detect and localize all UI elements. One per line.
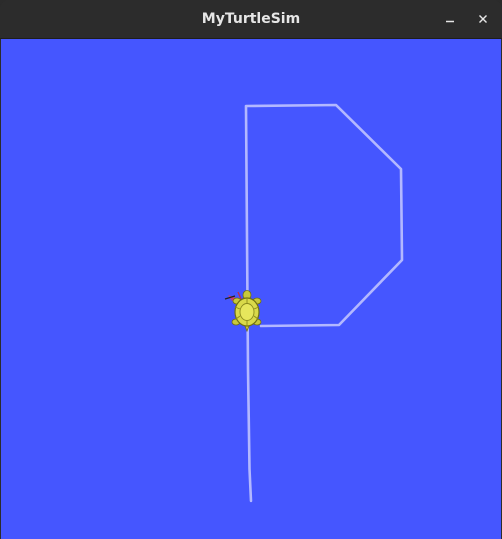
close-button[interactable] <box>471 7 495 31</box>
app-window: MyTurtleSim <box>0 0 502 539</box>
minimize-icon <box>446 20 454 23</box>
title-bar[interactable]: MyTurtleSim <box>0 0 502 39</box>
turtle-canvas <box>1 39 501 539</box>
minimize-button[interactable] <box>438 7 462 31</box>
canvas-background <box>1 39 501 539</box>
close-icon <box>479 15 487 23</box>
window-title: MyTurtleSim <box>201 11 301 27</box>
